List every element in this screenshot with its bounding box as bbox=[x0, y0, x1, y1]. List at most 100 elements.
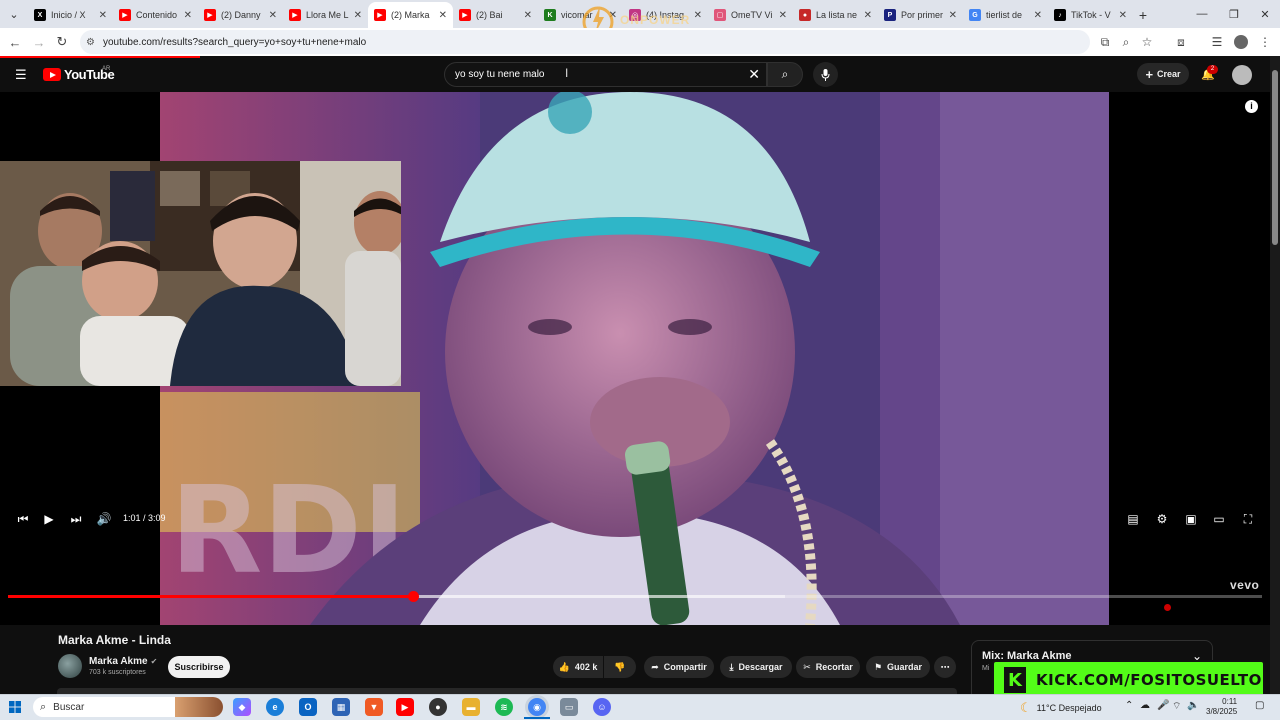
video-player[interactable]: RDI i vevo bbox=[0, 92, 1270, 625]
tab-search-chevron-icon[interactable]: ⌄ bbox=[0, 0, 28, 28]
forward-arrow-icon[interactable]: → bbox=[27, 30, 51, 54]
tray-chevron-up-icon[interactable]: ⌃ bbox=[1125, 700, 1133, 711]
copilot-icon[interactable]: ◆ bbox=[233, 698, 251, 716]
site-info-icon[interactable]: ⚙ bbox=[86, 37, 95, 48]
profile-avatar-icon[interactable] bbox=[1231, 32, 1251, 52]
edge-icon[interactable]: e bbox=[266, 698, 284, 716]
notification-center-icon[interactable]: ▢ bbox=[1255, 700, 1264, 711]
subscribe-button[interactable]: Suscribirse bbox=[168, 656, 230, 678]
back-arrow-icon[interactable]: ← bbox=[3, 30, 27, 54]
scrollbar-thumb[interactable] bbox=[1272, 70, 1278, 245]
browser-tab[interactable]: Gtierlist de ✕ bbox=[963, 2, 1048, 28]
browser-tab[interactable]: ● La lista ne ✕ bbox=[793, 2, 878, 28]
search-query-text: yo soy tu nene malo bbox=[455, 69, 545, 80]
windows-start-icon[interactable] bbox=[9, 700, 21, 718]
tab-title: Llora Me L bbox=[306, 10, 349, 20]
browser-tab[interactable]: ▶ Contenido ✕ bbox=[113, 2, 198, 28]
tab-close-icon[interactable]: ✕ bbox=[1119, 10, 1127, 21]
theater-mode-icon[interactable]: ▭ bbox=[1210, 509, 1228, 529]
store-icon[interactable]: ▦ bbox=[332, 698, 350, 716]
download-button[interactable]: ⤓ Descargar bbox=[720, 656, 792, 678]
played-bar bbox=[8, 595, 414, 598]
browser-tab[interactable]: ▢ OmeTV Vi ✕ bbox=[708, 2, 793, 28]
taskbar-clock[interactable]: 0:11 3/8/2025 bbox=[1206, 697, 1237, 717]
create-button[interactable]: + Crear bbox=[1137, 63, 1189, 85]
tab-title: (2) Danny bbox=[221, 10, 261, 20]
scrubber-handle[interactable] bbox=[408, 591, 420, 602]
volume-icon[interactable]: 🔊 bbox=[95, 509, 113, 529]
browser-tab[interactable]: ▶ (2) Marka ✕ bbox=[368, 2, 453, 28]
minimize-icon[interactable]: — bbox=[1187, 0, 1217, 28]
extensions-icon[interactable]: ⧈ bbox=[1171, 32, 1191, 52]
search-input[interactable]: yo soy tu nene malo I ✕ bbox=[444, 62, 767, 87]
wifi-icon[interactable]: ⌔ bbox=[1172, 700, 1181, 713]
reload-icon[interactable]: ↻ bbox=[50, 30, 74, 54]
outlook-icon[interactable]: O bbox=[299, 698, 317, 716]
cloud-icon[interactable]: ☁ bbox=[1140, 700, 1150, 711]
share-button[interactable]: ➦ Compartir bbox=[644, 656, 714, 678]
microphone-tray-icon[interactable]: 🎤 bbox=[1157, 700, 1169, 711]
play-icon[interactable]: ▶ bbox=[40, 509, 58, 529]
new-tab-button[interactable]: + bbox=[1133, 2, 1153, 28]
speaker-icon[interactable]: 🔈 bbox=[1187, 700, 1199, 711]
chrome-icon[interactable]: ◉ bbox=[528, 698, 546, 716]
tab-close-icon[interactable]: ✕ bbox=[99, 10, 107, 21]
browser-tab[interactable]: ▶ (2) Danny ✕ bbox=[198, 2, 283, 28]
browser-tab[interactable]: ♪ TikTok - V ✕ bbox=[1048, 2, 1133, 28]
fullscreen-icon[interactable]: ⛶ bbox=[1239, 509, 1257, 529]
bookmark-star-icon[interactable]: ☆ bbox=[1137, 32, 1157, 52]
share-arrow-icon: ➦ bbox=[651, 661, 659, 672]
tab-close-icon[interactable]: ✕ bbox=[269, 10, 277, 21]
address-bar[interactable]: ⚙ youtube.com/results?search_query=yo+so… bbox=[80, 30, 1090, 54]
search-button[interactable]: ⌕ bbox=[767, 62, 803, 87]
youtube-app-icon[interactable]: ▶ bbox=[396, 698, 414, 716]
tab-close-icon[interactable]: ✕ bbox=[184, 10, 192, 21]
subtitles-icon[interactable]: ▤ bbox=[1124, 509, 1142, 529]
more-actions-button[interactable]: ⋯ bbox=[934, 656, 956, 678]
clip-button[interactable]: ✂ Recortar bbox=[796, 656, 860, 678]
tab-favicon-icon: ▶ bbox=[204, 9, 216, 21]
install-app-icon[interactable]: ⧉ bbox=[1095, 32, 1115, 52]
hamburger-menu-icon[interactable]: ☰ bbox=[15, 67, 27, 83]
browser-tab[interactable]: P Por primer ✕ bbox=[878, 2, 963, 28]
tab-close-icon[interactable]: ✕ bbox=[354, 10, 362, 21]
browser-tab[interactable]: X Inicio / X ✕ bbox=[28, 2, 113, 28]
weather-widget[interactable]: ☾ 11°C Despejado bbox=[1020, 700, 1102, 716]
app-icon-generic[interactable]: ▭ bbox=[560, 698, 578, 716]
discord-icon[interactable]: ☺ bbox=[593, 698, 611, 716]
spotify-icon[interactable]: ≋ bbox=[495, 698, 513, 716]
info-icon[interactable]: i bbox=[1245, 100, 1258, 113]
chrome-menu-icon[interactable]: ⋮ bbox=[1255, 32, 1275, 52]
clear-search-icon[interactable]: ✕ bbox=[748, 66, 760, 83]
channel-avatar[interactable] bbox=[58, 654, 82, 678]
tab-close-icon[interactable]: ✕ bbox=[524, 10, 532, 21]
tab-close-icon[interactable]: ✕ bbox=[949, 10, 957, 21]
tab-close-icon[interactable]: ✕ bbox=[694, 10, 702, 21]
reading-list-icon[interactable]: ☰ bbox=[1207, 32, 1227, 52]
tab-close-icon[interactable]: ✕ bbox=[779, 10, 787, 21]
browser-tab[interactable]: ▶ Llora Me L ✕ bbox=[283, 2, 368, 28]
taskbar-search[interactable]: ⌕ Buscar bbox=[33, 697, 223, 717]
like-button[interactable]: 👍 402 k bbox=[553, 656, 603, 678]
dislike-button[interactable]: 👎 bbox=[604, 656, 636, 678]
browser-tab[interactable]: ▶ (2) Bai ✕ bbox=[453, 2, 538, 28]
next-icon[interactable]: ⏭ bbox=[67, 509, 85, 529]
tab-close-icon[interactable]: ✕ bbox=[439, 10, 447, 21]
channel-name-link[interactable]: Marka Akme ✔ bbox=[89, 656, 157, 667]
settings-gear-icon[interactable]: ⚙ bbox=[1153, 509, 1171, 529]
restore-icon[interactable]: ❐ bbox=[1219, 0, 1249, 28]
account-avatar[interactable] bbox=[1232, 65, 1252, 85]
previous-icon[interactable]: ⏮ bbox=[14, 509, 32, 529]
tab-close-icon[interactable]: ✕ bbox=[864, 10, 872, 21]
taskbar-search-label: Buscar bbox=[53, 701, 85, 713]
obs-icon[interactable]: ● bbox=[429, 698, 447, 716]
voice-search-button[interactable] bbox=[813, 62, 838, 87]
save-button[interactable]: ⚑ Guardar bbox=[866, 656, 930, 678]
file-explorer-icon[interactable]: ▬ bbox=[462, 698, 480, 716]
close-window-icon[interactable]: ✕ bbox=[1250, 0, 1280, 28]
miniplayer-icon[interactable]: ▣ bbox=[1182, 509, 1200, 529]
zoom-icon[interactable]: ⌕ bbox=[1116, 32, 1136, 52]
tab-close-icon[interactable]: ✕ bbox=[1034, 10, 1042, 21]
brave-icon[interactable]: ▼ bbox=[365, 698, 383, 716]
progress-bar[interactable] bbox=[8, 591, 1262, 602]
